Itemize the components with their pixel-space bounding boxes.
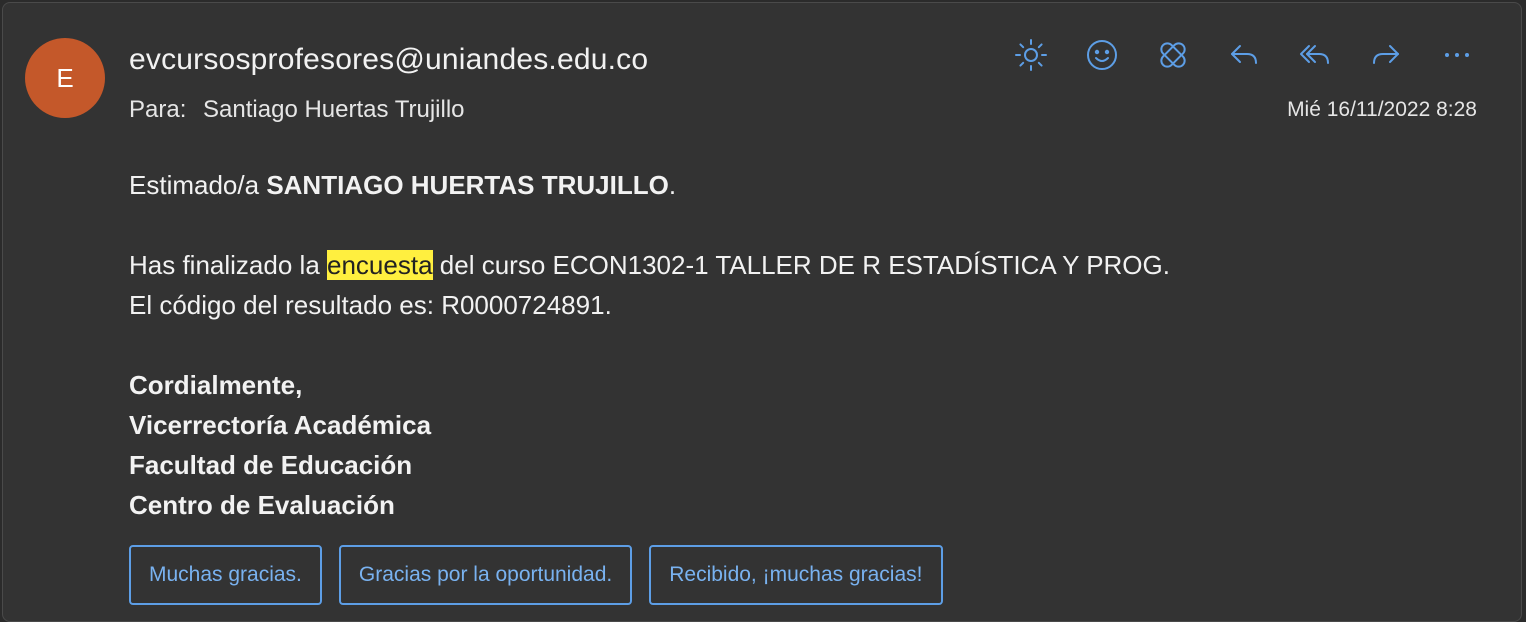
signature-line: Vicerrectoría Académica: [129, 410, 432, 440]
greeting-name: SANTIAGO HUERTAS TRUJILLO: [266, 170, 669, 200]
quick-reply-button[interactable]: Gracias por la oportunidad.: [338, 545, 633, 605]
email-reading-pane: E evcursosprofesores@uniandes.edu.co Par…: [2, 2, 1522, 622]
reply-icon[interactable]: [1222, 33, 1266, 77]
message-toolbar: [1009, 33, 1479, 77]
highlighted-word: encuesta: [327, 250, 433, 280]
sender-address[interactable]: evcursosprofesores@uniandes.edu.co: [129, 43, 648, 77]
to-label: Para:: [129, 96, 187, 123]
quick-reply-button[interactable]: Recibido, ¡muchas gracias!: [649, 545, 943, 605]
recipient-line: Para: Santiago Huertas Trujillo: [129, 96, 465, 124]
quick-reply-button[interactable]: Muchas gracias.: [129, 545, 322, 605]
signature: Cordialmente, Vicerrectoría Académica Fa…: [129, 365, 1170, 525]
recipient-name[interactable]: Santiago Huertas Trujillo: [203, 96, 464, 123]
forward-icon[interactable]: [1364, 33, 1408, 77]
signature-line: Facultad de Educación: [129, 450, 413, 480]
smiley-icon[interactable]: [1080, 33, 1124, 77]
result-code-line: El código del resultado es: R0000724891.: [129, 290, 612, 320]
survey-line-suffix: del curso ECON1302-1 TALLER DE R ESTADÍS…: [439, 250, 1170, 280]
message-body: Estimado/a SANTIAGO HUERTAS TRUJILLO. Ha…: [129, 165, 1170, 525]
bandage-icon[interactable]: [1151, 33, 1195, 77]
greeting-line: Estimado/a SANTIAGO HUERTAS TRUJILLO.: [129, 165, 1170, 205]
greeting-suffix: .: [668, 170, 677, 200]
signature-line: Centro de Evaluación: [129, 490, 395, 520]
avatar[interactable]: E: [25, 38, 105, 118]
survey-line: Has finalizado la encuesta del curso ECO…: [129, 245, 1170, 285]
more-icon[interactable]: [1435, 33, 1479, 77]
reply-all-icon[interactable]: [1293, 33, 1337, 77]
quick-replies: Muchas gracias. Gracias por la oportunid…: [129, 545, 960, 605]
signature-line: Cordialmente,: [129, 370, 303, 400]
greeting-prefix: Estimado/a: [129, 170, 260, 200]
sent-date: Mié 16/11/2022 8:28: [1287, 98, 1477, 121]
avatar-initial: E: [56, 62, 74, 93]
survey-line-prefix: Has finalizado la: [129, 250, 320, 280]
sun-icon[interactable]: [1009, 33, 1053, 77]
